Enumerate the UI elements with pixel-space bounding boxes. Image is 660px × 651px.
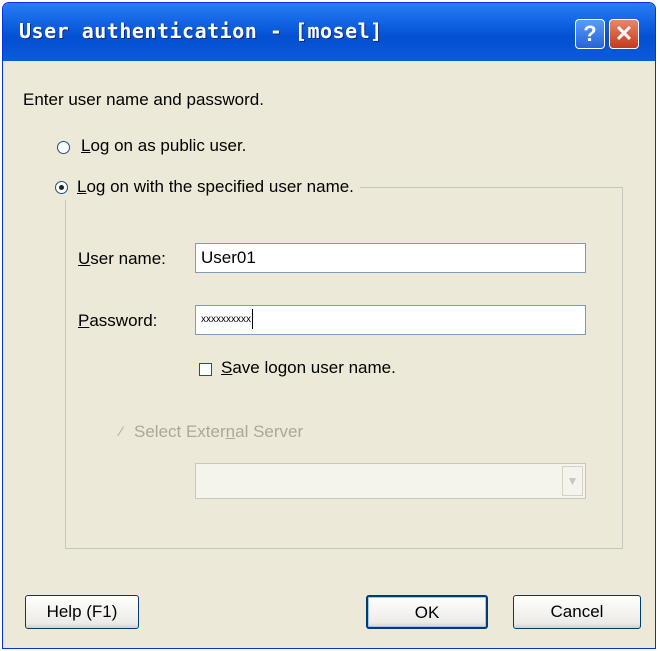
cancel-button[interactable]: Cancel — [513, 595, 641, 629]
title-bar[interactable]: User authentication - [mosel] ? ✕ — [3, 3, 655, 61]
password-input[interactable]: xxxxxxxxxx — [195, 305, 586, 335]
password-label: Password: — [78, 311, 158, 330]
window-title: User authentication - [mosel] — [19, 19, 383, 43]
password-mask: xxxxxxxxxx — [201, 314, 251, 325]
save-logon-checkbox[interactable] — [199, 363, 212, 376]
external-server-radio-glyph: ⁄ — [120, 423, 123, 439]
radio-selected-dot — [59, 184, 64, 190]
help-icon[interactable]: ? — [575, 19, 605, 49]
radio-public-user-label[interactable]: Log on as public user. — [81, 136, 246, 156]
prompt-text: Enter user name and password. — [23, 90, 264, 109]
radio-public-user[interactable] — [57, 141, 70, 154]
external-server-select[interactable]: ▼ — [195, 463, 586, 499]
username-label: User name: — [78, 249, 166, 268]
radio-specified-user[interactable] — [55, 180, 68, 194]
radio-specified-user-label[interactable]: Log on with the specified user name. — [77, 177, 354, 197]
dialog-body: Enter user name and password. Log on as … — [3, 61, 655, 648]
ok-button[interactable]: OK — [366, 595, 488, 629]
text-caret — [252, 309, 253, 330]
auth-dialog: User authentication - [mosel] ? ✕ Enter … — [2, 2, 656, 649]
external-server-label: Select External Server — [134, 422, 304, 441]
chevron-down-icon[interactable]: ▼ — [562, 466, 583, 496]
radio-specified-user-row[interactable]: Log on with the specified user name. — [51, 174, 360, 200]
username-input[interactable]: User01 — [195, 243, 586, 273]
save-logon-label[interactable]: Save logon user name. — [221, 358, 396, 378]
help-button[interactable]: Help (F1) — [25, 595, 139, 629]
close-icon[interactable]: ✕ — [609, 19, 639, 49]
